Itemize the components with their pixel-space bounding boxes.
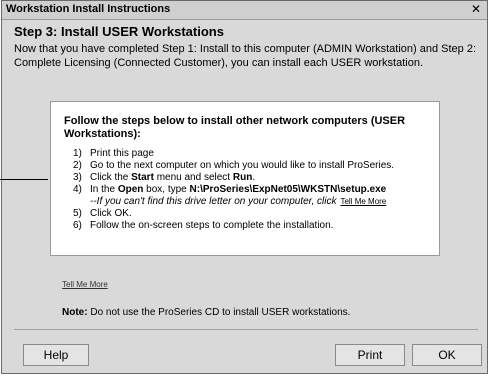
- window-title: Workstation Install Instructions: [6, 3, 171, 15]
- note-text: Do not use the ProSeries CD to install U…: [90, 307, 351, 318]
- hint-text: --If you can't find this drive letter on…: [90, 196, 337, 207]
- title-bar: Workstation Install Instructions ✕: [2, 1, 487, 20]
- step-item: 1) Print this page: [73, 148, 433, 160]
- step-text: Click the Start menu and select Run.: [90, 172, 255, 184]
- step-title: Step 3: Install USER Workstations: [14, 24, 224, 39]
- intro-text: Now that you have completed Step 1: Inst…: [14, 43, 477, 69]
- note: Note: Do not use the ProSeries CD to ins…: [62, 307, 350, 318]
- print-button[interactable]: Print: [335, 344, 405, 366]
- step-text: Click OK.: [90, 208, 132, 219]
- drive-letter-hint: --If you can't find this drive letter on…: [73, 196, 386, 208]
- step-number: 1): [73, 148, 82, 159]
- step-number: 3): [73, 172, 82, 183]
- step-text-part: box, type: [143, 184, 190, 195]
- steps-list: 1) Print this page 2) Go to the next com…: [73, 148, 433, 232]
- step-text-part: In the: [90, 184, 118, 195]
- step-text: Follow the on-screen steps to complete t…: [90, 220, 334, 231]
- step-text-part: menu and select: [153, 172, 233, 183]
- step-item: 2) Go to the next computer on which you …: [73, 160, 433, 172]
- step-item: 5) Click OK.: [73, 208, 433, 220]
- tell-me-more-inline-link[interactable]: Tell Me More: [340, 197, 386, 206]
- step-text: In the Open box, type N:\ProSeries\ExpNe…: [90, 184, 386, 196]
- setup-path: N:\ProSeries\ExpNet05\WKSTN\setup.exe: [189, 184, 387, 195]
- close-icon[interactable]: ✕: [469, 2, 483, 16]
- step-text: Print this page: [90, 148, 154, 159]
- step-item: 3) Click the Start menu and select Run.: [73, 172, 433, 184]
- step-item: 4) In the Open box, type N:\ProSeries\Ex…: [73, 184, 433, 196]
- instructions-panel: Follow the steps below to install other …: [50, 101, 440, 256]
- step-number: 2): [73, 160, 82, 171]
- callout-line: [0, 179, 48, 180]
- note-label: Note:: [62, 307, 88, 318]
- help-button[interactable]: Help: [23, 344, 89, 366]
- open-box-label: Open: [117, 184, 144, 195]
- ok-button[interactable]: OK: [412, 344, 482, 366]
- start-menu-label: Start: [131, 172, 154, 183]
- step-number: 6): [73, 220, 82, 231]
- install-instructions-window: Workstation Install Instructions ✕ Step …: [1, 0, 488, 374]
- step-number: 4): [73, 184, 82, 195]
- tell-me-more-link[interactable]: Tell Me More: [62, 280, 108, 289]
- step-text: Go to the next computer on which you wou…: [90, 160, 395, 171]
- divider: [14, 329, 478, 330]
- step-item: 6) Follow the on-screen steps to complet…: [73, 220, 433, 232]
- step-subitem: --If you can't find this drive letter on…: [73, 196, 433, 208]
- step-number: 5): [73, 208, 82, 219]
- step-text-part: .: [252, 172, 256, 183]
- run-label: Run: [232, 172, 253, 183]
- panel-heading: Follow the steps below to install other …: [64, 115, 406, 140]
- step-text-part: Click the: [90, 172, 132, 183]
